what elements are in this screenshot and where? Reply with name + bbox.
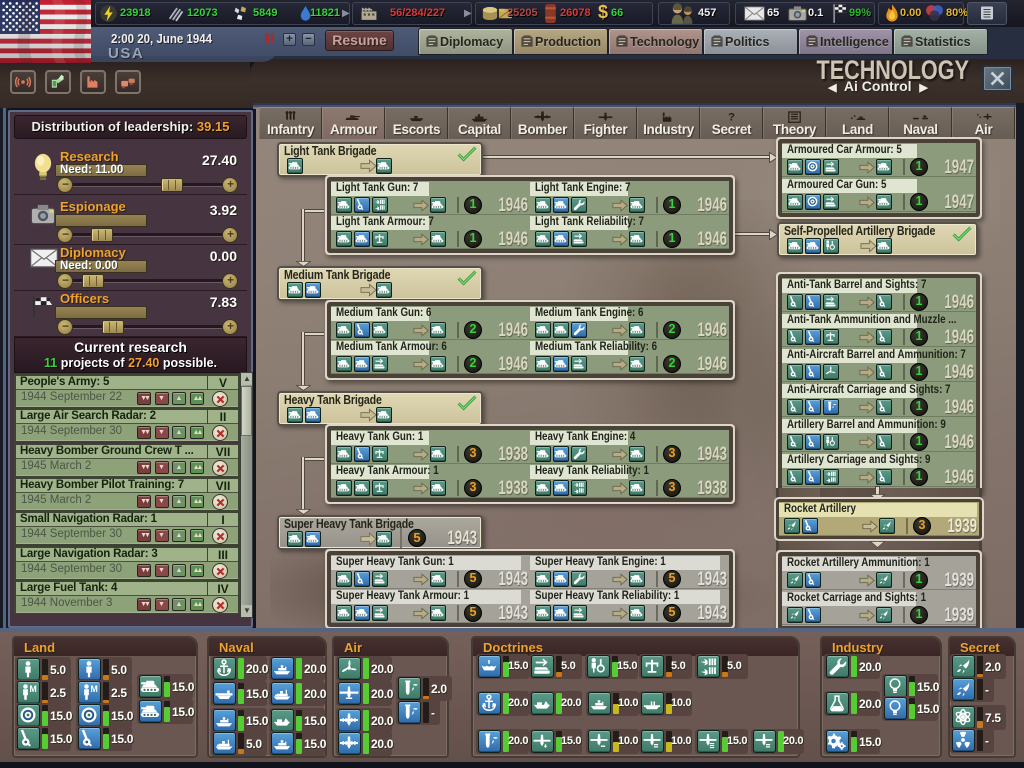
- svg-text:M: M: [91, 684, 98, 694]
- svg-text:M: M: [30, 684, 37, 694]
